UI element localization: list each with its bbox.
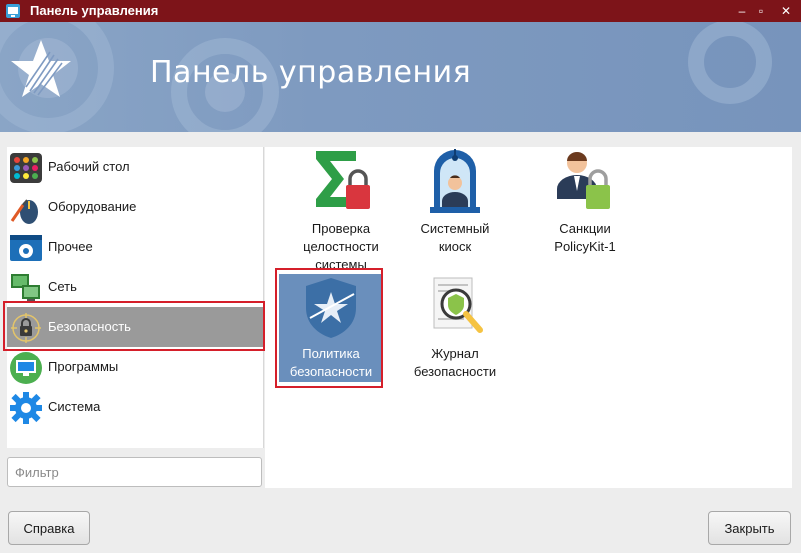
sidebar-item-label: Система: [48, 399, 101, 414]
sidebar-item-label: Оборудование: [48, 199, 137, 214]
sidebar-item-security[interactable]: Безопасность: [7, 307, 264, 347]
integrity-sigma-lock-icon: [316, 151, 370, 209]
system-gear-icon: [10, 392, 42, 424]
close-window-button[interactable]: ✕: [777, 2, 795, 20]
policykit-person-lock-icon: [557, 152, 610, 209]
tile-system-kiosk[interactable]: Системный киоск: [403, 149, 507, 254]
tile-label: Системный киоск: [420, 221, 490, 254]
tile-label: Санкции PolicyKit-1: [554, 221, 616, 254]
network-monitors-icon: [11, 274, 40, 302]
tile-label: Политика безопасности: [289, 346, 373, 379]
banner-title: Панель управления: [150, 55, 472, 90]
header-banner: Панель управления: [0, 22, 801, 132]
sidebar-item-programs[interactable]: Программы: [7, 347, 264, 387]
kiosk-person-icon: [430, 149, 480, 213]
hardware-mouse-icon: [10, 199, 38, 224]
close-button[interactable]: Закрыть: [708, 511, 791, 545]
category-sidebar: Рабочий стол Оборудование Прочее Сеть Бе…: [7, 147, 264, 448]
sidebar-item-system[interactable]: Система: [7, 387, 264, 427]
tile-security-log[interactable]: Журнал безопасности: [403, 274, 507, 382]
applets-grid: Проверка целостности системы Системный к…: [265, 147, 792, 488]
window-title: Панель управления: [30, 3, 159, 18]
control-panel-app-icon: [6, 4, 20, 18]
sidebar-item-network[interactable]: Сеть: [7, 267, 264, 307]
control-panel-window: Панель управления – ▫ ✕ Панель управлени…: [0, 0, 801, 553]
programs-monitor-icon: [10, 352, 42, 384]
desktop-palette-icon: [10, 153, 42, 183]
tile-label: Проверка целостности системы: [303, 221, 379, 272]
sidebar-item-hardware[interactable]: Оборудование: [7, 187, 264, 227]
sidebar-item-label: Прочее: [48, 239, 93, 254]
maximize-button[interactable]: ▫: [752, 2, 770, 20]
tile-security-policy[interactable]: Политика безопасности: [279, 274, 383, 382]
sidebar-item-desktop[interactable]: Рабочий стол: [7, 147, 264, 187]
title-bar: Панель управления – ▫ ✕: [0, 0, 801, 22]
security-log-magnifier-icon: [433, 277, 483, 333]
sidebar-item-label: Сеть: [48, 279, 77, 294]
filter-input[interactable]: [8, 458, 261, 486]
tile-integrity-check[interactable]: Проверка целостности системы: [289, 149, 393, 272]
filter-field[interactable]: [7, 457, 262, 487]
star-logo-icon: [11, 40, 71, 97]
sidebar-item-label: Безопасность: [48, 319, 131, 334]
security-lock-icon: [11, 313, 41, 343]
sidebar-item-label: Рабочий стол: [48, 159, 130, 174]
sidebar-item-label: Программы: [48, 359, 119, 374]
sidebar-item-misc[interactable]: Прочее: [7, 227, 264, 267]
tile-label: Журнал безопасности: [413, 346, 497, 379]
minimize-button[interactable]: –: [733, 2, 751, 20]
misc-gear-window-icon: [10, 235, 42, 261]
security-policy-shield-icon: [306, 278, 356, 338]
tile-policykit-sanctions[interactable]: Санкции PolicyKit-1: [533, 149, 637, 254]
help-button[interactable]: Справка: [8, 511, 90, 545]
